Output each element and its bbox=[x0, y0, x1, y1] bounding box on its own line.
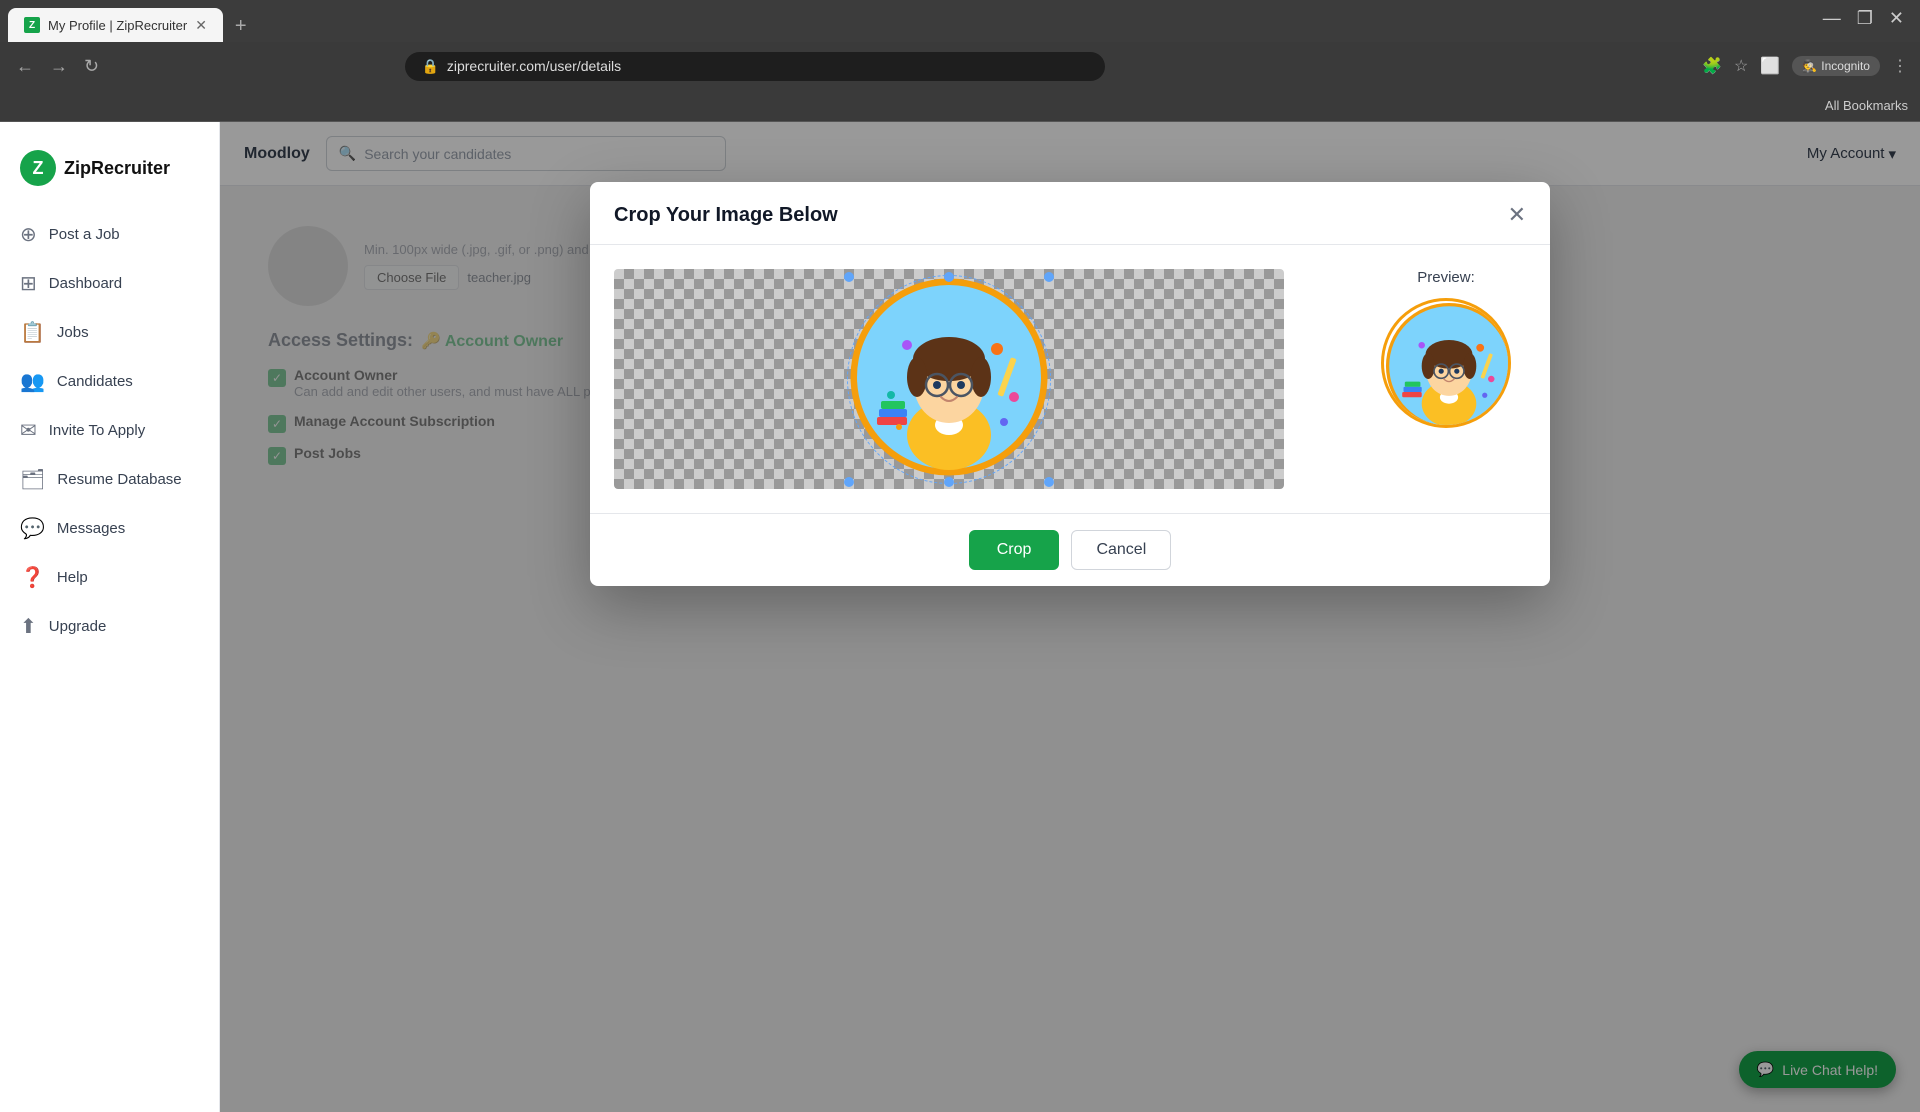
sidebar-item-label-help: Help bbox=[57, 569, 88, 586]
back-button[interactable]: ← bbox=[12, 52, 38, 81]
resume-icon: 🗂 bbox=[20, 467, 45, 492]
sidebar-item-invite-to-apply[interactable]: ✉ Invite To Apply bbox=[0, 406, 219, 455]
upgrade-icon: ⬆ bbox=[20, 614, 37, 639]
teacher-avatar-svg bbox=[849, 277, 1049, 477]
all-bookmarks-label[interactable]: All Bookmarks bbox=[1825, 98, 1908, 113]
jobs-icon: 📋 bbox=[20, 320, 45, 345]
crop-canvas[interactable] bbox=[614, 269, 1284, 489]
sidebar-item-label-jobs: Jobs bbox=[57, 324, 89, 341]
modal-close-button[interactable]: ✕ bbox=[1508, 202, 1526, 228]
active-tab[interactable]: Z My Profile | ZipRecruiter ✕ bbox=[8, 8, 223, 42]
favicon: Z bbox=[24, 17, 40, 33]
sidebar-item-label-upgrade: Upgrade bbox=[49, 618, 107, 635]
sidebar: Z ZipRecruiter ⊕ Post a Job ⊞ Dashboard … bbox=[0, 122, 220, 1112]
crop-handle-bl[interactable] bbox=[844, 477, 854, 487]
sidebar-item-dashboard[interactable]: ⊞ Dashboard bbox=[0, 259, 219, 308]
more-options-icon[interactable]: ⋮ bbox=[1892, 56, 1908, 76]
main-content: Moodloy 🔍 Search your candidates My Acco… bbox=[220, 122, 1920, 1112]
tab-close-button[interactable]: ✕ bbox=[195, 17, 207, 34]
incognito-label: Incognito bbox=[1821, 59, 1870, 73]
incognito-badge: 🕵 Incognito bbox=[1792, 56, 1880, 76]
split-view-icon[interactable]: ⬜ bbox=[1760, 56, 1780, 76]
lock-icon: 🔒 bbox=[421, 58, 438, 75]
window-controls: — ❐ ✕ bbox=[1823, 8, 1904, 29]
crop-image-modal: Crop Your Image Below ✕ bbox=[590, 182, 1550, 586]
tab-title: My Profile | ZipRecruiter bbox=[48, 18, 187, 33]
preview-label: Preview: bbox=[1417, 269, 1475, 286]
sidebar-item-post-a-job[interactable]: ⊕ Post a Job bbox=[0, 210, 219, 259]
help-icon: ❓ bbox=[20, 565, 45, 590]
crop-handle-bm[interactable] bbox=[944, 477, 954, 487]
maximize-button[interactable]: ❐ bbox=[1857, 8, 1873, 29]
post-a-job-icon: ⊕ bbox=[20, 222, 37, 247]
svg-text:Z: Z bbox=[33, 158, 44, 178]
sidebar-item-label-post-a-job: Post a Job bbox=[49, 226, 120, 243]
modal-header: Crop Your Image Below ✕ bbox=[590, 182, 1550, 245]
cancel-button[interactable]: Cancel bbox=[1071, 530, 1171, 570]
address-bar[interactable]: 🔒 ziprecruiter.com/user/details bbox=[405, 52, 1105, 81]
modal-title: Crop Your Image Below bbox=[614, 204, 838, 227]
tab-bar: Z My Profile | ZipRecruiter ✕ + — ❐ ✕ bbox=[0, 0, 1920, 42]
url-text: ziprecruiter.com/user/details bbox=[447, 58, 621, 74]
extensions-icon[interactable]: 🧩 bbox=[1702, 56, 1722, 76]
minimize-button[interactable]: — bbox=[1823, 8, 1841, 29]
crop-button[interactable]: Crop bbox=[969, 530, 1060, 570]
modal-overlay: Crop Your Image Below ✕ bbox=[220, 122, 1920, 1112]
sidebar-item-label-candidates: Candidates bbox=[57, 373, 133, 390]
dashboard-icon: ⊞ bbox=[20, 271, 37, 296]
bookmarks-bar: All Bookmarks bbox=[0, 90, 1920, 122]
sidebar-item-resume-database[interactable]: 🗂 Resume Database bbox=[0, 455, 219, 504]
refresh-button[interactable]: ↻ bbox=[80, 52, 103, 81]
incognito-icon: 🕵 bbox=[1802, 59, 1817, 73]
bookmark-icon[interactable]: ☆ bbox=[1734, 56, 1748, 76]
preview-area: Preview: bbox=[1366, 269, 1526, 428]
candidates-icon: 👥 bbox=[20, 369, 45, 394]
sidebar-item-candidates[interactable]: 👥 Candidates bbox=[0, 357, 219, 406]
browser-window: Z My Profile | ZipRecruiter ✕ + — ❐ ✕ ← … bbox=[0, 0, 1920, 1080]
sidebar-item-label-resume-database: Resume Database bbox=[57, 471, 181, 488]
forward-button[interactable]: → bbox=[46, 52, 72, 81]
sidebar-item-label-messages: Messages bbox=[57, 520, 125, 537]
sidebar-item-label-invite-to-apply: Invite To Apply bbox=[49, 422, 145, 439]
close-button[interactable]: ✕ bbox=[1889, 8, 1904, 29]
modal-footer: Crop Cancel bbox=[590, 513, 1550, 586]
sidebar-item-jobs[interactable]: 📋 Jobs bbox=[0, 308, 219, 357]
sidebar-item-upgrade[interactable]: ⬆ Upgrade bbox=[0, 602, 219, 651]
app-container: Z ZipRecruiter ⊕ Post a Job ⊞ Dashboard … bbox=[0, 122, 1920, 1112]
new-tab-button[interactable]: + bbox=[227, 11, 255, 42]
sidebar-logo: Z ZipRecruiter bbox=[0, 138, 219, 210]
logo-text: ZipRecruiter bbox=[64, 158, 170, 179]
crop-handle-br[interactable] bbox=[1044, 477, 1054, 487]
preview-circle bbox=[1381, 298, 1511, 428]
ziprecruiter-logo-icon: Z bbox=[20, 150, 56, 186]
sidebar-item-help[interactable]: ❓ Help bbox=[0, 553, 219, 602]
crop-image-container[interactable] bbox=[849, 277, 1049, 482]
sidebar-item-messages[interactable]: 💬 Messages bbox=[0, 504, 219, 553]
crop-area[interactable] bbox=[614, 269, 1334, 489]
nav-right-controls: 🧩 ☆ ⬜ 🕵 Incognito ⋮ bbox=[1702, 56, 1908, 76]
nav-bar: ← → ↻ 🔒 ziprecruiter.com/user/details 🧩 … bbox=[0, 42, 1920, 90]
sidebar-item-label-dashboard: Dashboard bbox=[49, 275, 122, 292]
preview-avatar-svg bbox=[1384, 301, 1511, 428]
messages-icon: 💬 bbox=[20, 516, 45, 541]
modal-body: Preview: bbox=[590, 245, 1550, 513]
invite-icon: ✉ bbox=[20, 418, 37, 443]
